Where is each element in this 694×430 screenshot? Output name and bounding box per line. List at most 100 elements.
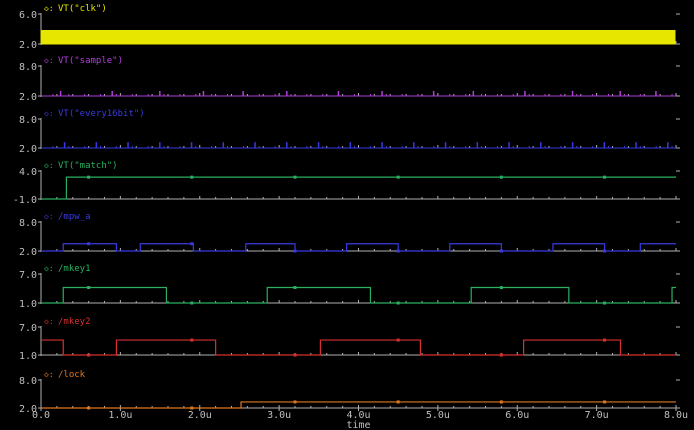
pulse (222, 142, 225, 148)
trace-marker (87, 286, 91, 290)
pulse (63, 142, 66, 148)
trace-marker (190, 242, 194, 246)
pulse (190, 142, 193, 148)
y-tick-label: 4.0 (19, 167, 37, 178)
trace-marker (603, 249, 607, 253)
legend-marker: ◇: (44, 56, 54, 65)
signal-name-clk[interactable]: VT("clk") (58, 4, 107, 14)
pulse (619, 91, 621, 96)
trace-marker (499, 353, 503, 357)
legend-marker: ◇: (44, 212, 54, 221)
y-tick-label: 8.0 (19, 115, 37, 126)
y-tick-label: 1.0 (19, 299, 37, 310)
pulse (476, 142, 479, 148)
trace-marker (87, 353, 91, 357)
pulse (444, 142, 447, 148)
pulse (381, 142, 383, 148)
pulse (381, 91, 383, 96)
y-tick-label: 7.0 (19, 323, 37, 334)
trace-marker (603, 301, 607, 305)
y-tick-label: 2.0 (19, 247, 37, 258)
y-tick-label: 1.0 (19, 351, 37, 362)
y-tick-label: 8.0 (19, 376, 37, 387)
trace-marker (293, 353, 297, 357)
y-tick-label: -1.0 (13, 195, 37, 206)
pulse (254, 142, 256, 148)
trace-marker (499, 175, 503, 179)
trace-marker (293, 249, 297, 253)
y-tick-label: 2.0 (19, 92, 37, 103)
trace-marker (293, 175, 297, 179)
trace-marker (87, 242, 91, 246)
pulse (349, 142, 352, 148)
signal-name-mpw_a[interactable]: /mpw_a (58, 212, 91, 222)
pulse (571, 91, 574, 96)
pulse (413, 142, 415, 148)
x-tick-label: 6.0u (505, 410, 529, 421)
x-axis-label: time (346, 420, 370, 430)
signal-name-every16bit[interactable]: VT("every16bit") (58, 109, 145, 119)
trace-marker (190, 301, 194, 305)
pulse (127, 142, 129, 148)
trace-marker (396, 175, 400, 179)
signal-name-lock[interactable]: /lock (58, 370, 86, 380)
y-tick-label: 2.0 (19, 144, 37, 155)
trace-marker (396, 301, 400, 305)
pulse (202, 91, 205, 96)
trace-marker (396, 249, 400, 253)
pulse (159, 142, 161, 148)
trace-marker (396, 400, 400, 404)
trace-marker (603, 400, 607, 404)
waveform-clk (40, 30, 676, 45)
y-tick-label: 8.0 (19, 218, 37, 229)
trace-marker (499, 249, 503, 253)
trace-marker (499, 400, 503, 404)
x-tick-label: 8.0u (664, 410, 688, 421)
signal-name-sample[interactable]: VT("sample") (58, 56, 123, 66)
x-tick-label: 7.0u (585, 410, 609, 421)
trace-marker (603, 338, 607, 342)
pulse (667, 142, 669, 148)
trace-marker (190, 175, 194, 179)
trace-marker (190, 338, 194, 342)
y-tick-label: 7.0 (19, 270, 37, 281)
pulse (524, 91, 526, 96)
trace-marker (87, 406, 91, 410)
x-tick-label: 0.0 (32, 410, 50, 421)
legend-marker: ◇: (44, 109, 54, 118)
x-tick-label: 2.0u (188, 410, 212, 421)
y-tick-label: 6.0 (19, 10, 37, 21)
trace-marker (293, 286, 297, 290)
x-tick-label: 5.0u (426, 410, 450, 421)
trace-marker (499, 286, 503, 290)
legend-marker: ◇: (44, 4, 54, 13)
y-tick-label: 2.0 (19, 40, 37, 51)
pulse (540, 142, 542, 148)
pulse (286, 91, 288, 96)
trace-marker (87, 175, 91, 179)
x-tick-label: 1.0u (108, 410, 132, 421)
pulse (571, 142, 574, 148)
pulse (635, 142, 637, 148)
signal-name-mkey1[interactable]: /mkey1 (58, 264, 91, 274)
trace-marker (293, 400, 297, 404)
pulse (508, 142, 510, 148)
pulse (159, 91, 161, 96)
legend-marker: ◇: (44, 317, 54, 326)
waveform-viewer[interactable]: 6.0 2.0 ◇: VT("clk") 8.0 2.0 ◇: VT("sample") 8.0… (0, 0, 694, 430)
signal-name-mkey2[interactable]: /mkey2 (58, 317, 91, 327)
pulse (603, 142, 606, 148)
trace-marker (396, 338, 400, 342)
y-tick-label: 8.0 (19, 62, 37, 73)
legend-marker: ◇: (44, 264, 54, 273)
legend-marker: ◇: (44, 161, 54, 170)
signal-name-match[interactable]: VT("match") (58, 161, 118, 171)
pulse (95, 142, 98, 148)
pulse (317, 142, 320, 148)
pulse (286, 142, 288, 148)
trace-marker (603, 175, 607, 179)
legend-marker: ◇: (44, 370, 54, 379)
pulse (59, 91, 62, 96)
x-tick-label: 3.0u (267, 410, 291, 421)
pulse (472, 91, 475, 96)
